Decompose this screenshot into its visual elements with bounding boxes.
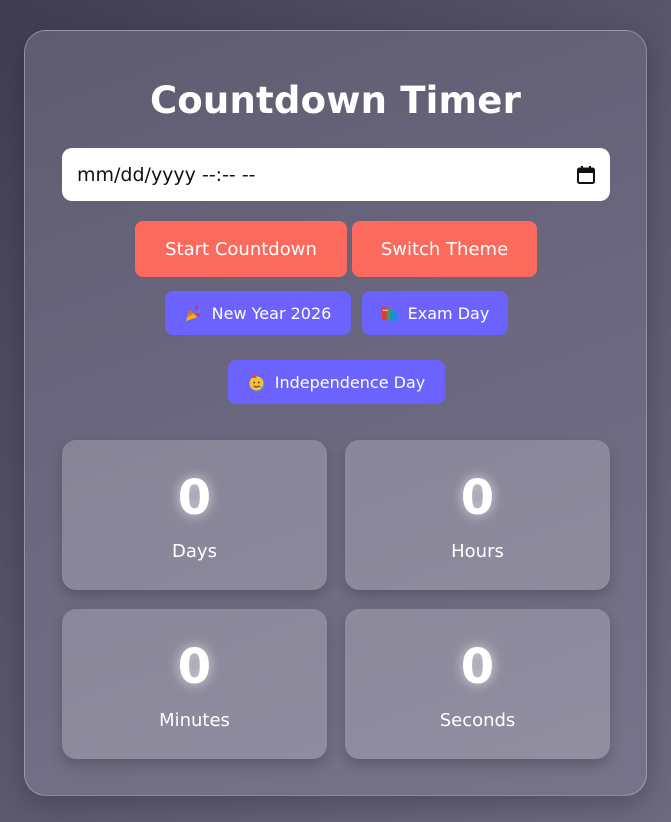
hours-tile: 0 Hours: [345, 440, 610, 590]
party-popper-icon: [185, 305, 201, 321]
preset-new-year-button[interactable]: New Year 2026: [165, 291, 351, 335]
minutes-tile: 0 Minutes: [62, 609, 327, 759]
minutes-label: Minutes: [159, 710, 230, 731]
party-face-icon: [249, 373, 264, 391]
preset-label: Exam Day: [407, 303, 490, 323]
datetime-placeholder: mm/dd/yyyy --:-- --: [77, 163, 256, 186]
preset-label: New Year 2026: [211, 303, 332, 323]
days-label: Days: [172, 541, 217, 562]
seconds-value: 0: [460, 639, 495, 695]
start-countdown-button[interactable]: Start Countdown: [135, 221, 347, 277]
switch-theme-button[interactable]: Switch Theme: [352, 221, 537, 277]
days-tile: 0 Days: [62, 440, 327, 590]
minutes-value: 0: [177, 639, 212, 695]
hours-label: Hours: [451, 541, 504, 562]
seconds-tile: 0 Seconds: [345, 609, 610, 759]
preset-label: Independence Day: [274, 372, 426, 392]
calendar-icon[interactable]: [576, 165, 596, 185]
datetime-input[interactable]: mm/dd/yyyy --:-- --: [62, 148, 610, 201]
preset-independence-day-button[interactable]: Independence Day: [228, 360, 445, 404]
countdown-card: Countdown Timer mm/dd/yyyy --:-- -- Star…: [24, 30, 647, 796]
days-value: 0: [177, 470, 212, 526]
preset-exam-day-button[interactable]: Exam Day: [362, 291, 508, 335]
page-title: Countdown Timer: [149, 79, 522, 122]
books-icon: [381, 306, 397, 321]
hours-value: 0: [460, 470, 495, 526]
seconds-label: Seconds: [439, 710, 516, 731]
